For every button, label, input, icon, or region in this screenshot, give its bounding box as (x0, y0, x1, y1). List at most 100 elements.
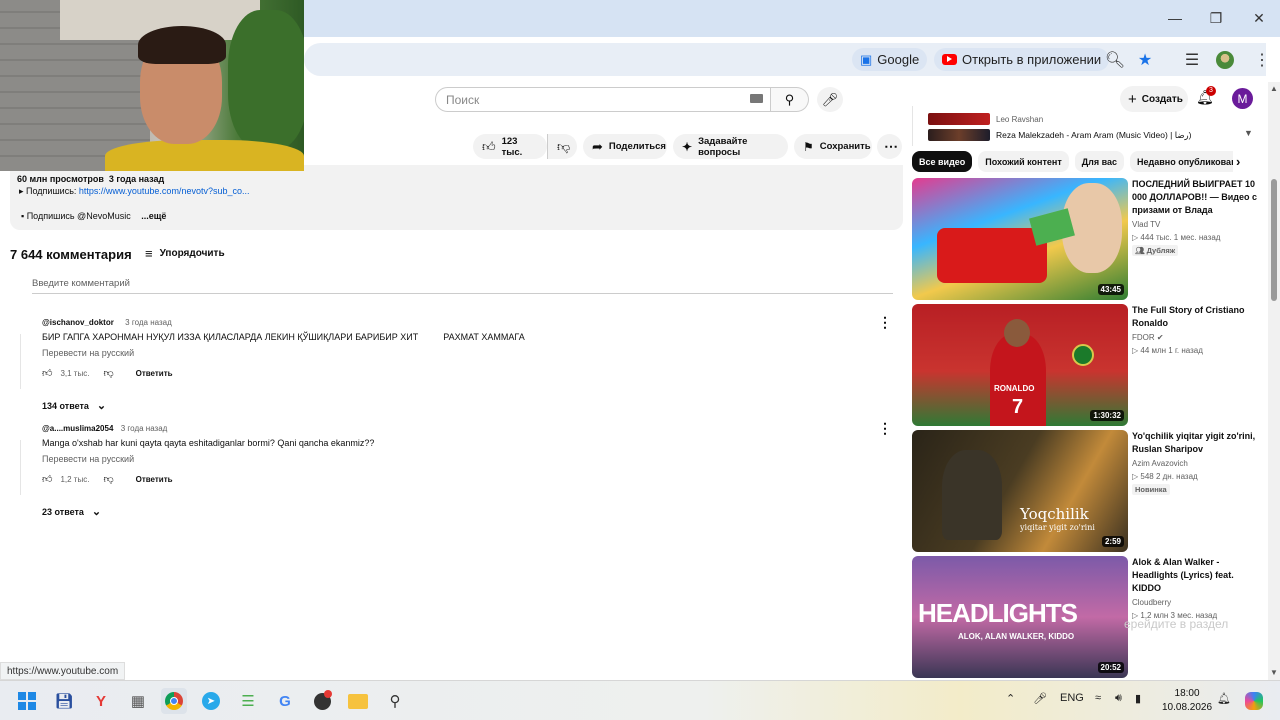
save-floppy-icon[interactable]: 💾︎ (51, 688, 77, 714)
like-button[interactable]: 👍︎ 123 тыс. (473, 134, 547, 159)
thumb-subtext: yiqitar yigit zo'rini (1020, 523, 1095, 532)
zoom-icon[interactable]: 🔍︎ (1105, 50, 1125, 70)
calculator-icon[interactable]: ▦ (125, 688, 151, 714)
comment-menu-icon[interactable]: ⋮ (878, 420, 892, 437)
media-controls-icon[interactable]: ☰ (1182, 50, 1202, 70)
thumbs-up-icon: 👍︎ (482, 138, 496, 154)
plus-icon: + (1128, 90, 1137, 108)
duration-badge: 20:52 (1097, 662, 1124, 673)
translate-link[interactable]: Перевести на русский (42, 348, 900, 358)
start-icon[interactable] (14, 688, 40, 714)
video-thumbnail[interactable]: RONALDO 7 1:30:32 (912, 304, 1128, 426)
comment-menu-icon[interactable]: ⋮ (878, 314, 892, 331)
duration-badge: 2:59 (1101, 536, 1124, 547)
recommendation-item[interactable]: 43:45 ПОСЛЕДНИЙ ВЫИГРАЕТ 10 000 ДОЛЛАРОВ… (912, 178, 1268, 300)
scrollbar-thumb[interactable] (1271, 179, 1277, 301)
wifi-icon[interactable]: ≈ (1095, 692, 1101, 704)
subscribe-link[interactable]: https://www.youtube.com/nevotv?sub_co... (79, 186, 250, 196)
clock[interactable]: 18:00 10.08.2026 (1162, 687, 1212, 715)
minimize-icon[interactable]: — (1163, 8, 1187, 28)
more-actions-button[interactable]: ⋯ (877, 134, 902, 159)
chip-recent[interactable]: Недавно опубликованн (1130, 151, 1234, 172)
video-title[interactable]: Alok & Alan Walker - Headlights (Lyrics)… (1132, 556, 1264, 595)
video-meta: ▷ 444 тыс. 1 мес. назад (1132, 233, 1221, 242)
notification-icon[interactable]: 🔔︎ (1217, 692, 1231, 705)
chips-next-icon[interactable]: › (1236, 154, 1240, 169)
playlist-item[interactable]: Leo Ravshan (928, 113, 1043, 125)
chevron-down-icon: ⌄ (91, 506, 102, 518)
channel-name[interactable]: Azim Avazovich (1132, 459, 1264, 468)
google-lens-chip[interactable]: ▣ Google (852, 48, 928, 71)
playlist-scroll-down-icon[interactable]: ▼ (1244, 128, 1253, 138)
scroll-down-icon[interactable]: ▼ (1270, 668, 1278, 677)
battery-icon[interactable]: ▮ (1135, 692, 1141, 705)
video-description[interactable]: 60 млн просмотров 3 года назад ▸ Подпиши… (10, 165, 903, 230)
save-button[interactable]: ⚑ Сохранить (794, 134, 872, 159)
restore-icon[interactable]: ❐ (1204, 8, 1228, 28)
chip-similar[interactable]: Похожий контент (978, 151, 1069, 172)
translate-link[interactable]: Перевести на русский (42, 454, 900, 464)
channel-name[interactable]: Vlad TV (1132, 220, 1264, 229)
video-thumbnail[interactable]: 43:45 (912, 178, 1128, 300)
chrome-icon[interactable] (161, 688, 187, 714)
comment-like-icon[interactable]: 👍︎ (42, 367, 52, 379)
reply-button[interactable]: Ответить (136, 475, 173, 484)
comment-dislike-icon[interactable]: 👎︎ (103, 473, 113, 485)
google-icon[interactable]: G (272, 688, 298, 714)
open-in-app-chip[interactable]: Открыть в приложении (934, 48, 1110, 71)
scroll-up-icon[interactable]: ▲ (1270, 84, 1278, 93)
comment-time[interactable]: 3 года назад (121, 424, 168, 433)
video-title[interactable]: ПОСЛЕДНИЙ ВЫИГРАЕТ 10 000 ДОЛЛАРОВ!! — В… (1132, 178, 1264, 217)
voice-search-button[interactable]: 🎤︎ (817, 87, 843, 112)
page-scrollbar[interactable]: ▲ ▼ (1268, 82, 1280, 680)
keyboard-icon[interactable] (750, 94, 763, 103)
show-more-link[interactable]: ...ещё (141, 211, 166, 221)
language-indicator[interactable]: ENG (1060, 692, 1084, 704)
telegram-icon[interactable]: ➤ (198, 688, 224, 714)
search-input[interactable]: Поиск (435, 87, 771, 112)
comment-author[interactable]: @a....muslima2054 (42, 424, 113, 433)
comment-like-icon[interactable]: 👍︎ (42, 473, 52, 485)
video-title[interactable]: The Full Story of Cristiano Ronaldo (1132, 304, 1264, 330)
video-thumbnail[interactable]: Yoqchilik yiqitar yigit zo'rini 2:59 (912, 430, 1128, 552)
replies-toggle[interactable]: 23 ответа ⌄ (42, 505, 900, 518)
tray-chevron-icon[interactable]: ⌃ (1006, 692, 1015, 705)
recommendation-item[interactable]: Yoqchilik yiqitar yigit zo'rini 2:59 Yo'… (912, 430, 1268, 552)
bookmark-star-icon[interactable]: ★ (1135, 50, 1155, 70)
profile-avatar-icon[interactable] (1215, 50, 1235, 70)
stack-app-icon[interactable]: ☰ (235, 688, 261, 714)
video-thumbnail[interactable]: HEADLIGHTS ALOK, ALAN WALKER, KIDDO 20:5… (912, 556, 1128, 678)
sort-comments-button[interactable]: ≡ Упорядочить (145, 246, 225, 261)
close-icon[interactable]: ✕ (1247, 8, 1271, 28)
notification-badge: 3 (1206, 86, 1216, 96)
yandex-browser-icon[interactable]: Y (88, 688, 114, 714)
file-explorer-icon[interactable] (345, 688, 371, 714)
copilot-icon[interactable] (1241, 688, 1267, 714)
dislike-button[interactable]: 👎︎ (547, 134, 577, 159)
channel-name[interactable]: Cloudberry (1132, 598, 1264, 607)
replies-toggle[interactable]: 134 ответа ⌄ (42, 399, 900, 412)
search-icon: ⚲ (784, 91, 795, 107)
chip-for-you[interactable]: Для вас (1074, 151, 1125, 172)
windows-taskbar: 💾︎ Y ▦ ➤ ☰ G ⚲ ⌃ 🎤︎ ENG ≈ 🔊︎ ▮ 18:00 10.… (0, 680, 1280, 720)
playlist-thumb (928, 113, 990, 125)
comments-count: 7 644 комментария (10, 247, 132, 262)
recommendation-item[interactable]: RONALDO 7 1:30:32 The Full Story of Cris… (912, 304, 1268, 426)
comment-input[interactable]: Введите комментарий (32, 278, 893, 294)
tray-mic-icon[interactable]: 🎤︎ (1033, 692, 1047, 705)
volume-icon[interactable]: 🔊︎ (1115, 692, 1122, 705)
menu-dots-icon[interactable]: ⋮ (1252, 50, 1272, 70)
share-button[interactable]: ➦ Поделиться (583, 134, 667, 159)
playlist-item[interactable]: Reza Malekzadeh - Aram Aram (Music Video… (928, 129, 1192, 141)
search-button[interactable]: ⚲ (771, 87, 809, 112)
ask-button[interactable]: ✦ Задавайте вопросы (673, 134, 788, 159)
channel-name[interactable]: FDOR (1132, 333, 1155, 342)
chip-all-videos[interactable]: Все видео (912, 151, 973, 172)
obs-icon[interactable] (309, 688, 335, 714)
comment-author[interactable]: @ischanov_doktor (42, 318, 114, 327)
video-title[interactable]: Yo'qchilik yiqitar yigit zo'rini, Ruslan… (1132, 430, 1264, 456)
comment-dislike-icon[interactable]: 👎︎ (103, 367, 113, 379)
app-icon[interactable]: ⚲ (382, 688, 408, 714)
comment-time[interactable]: 3 года назад (125, 318, 172, 327)
reply-button[interactable]: Ответить (136, 369, 173, 378)
